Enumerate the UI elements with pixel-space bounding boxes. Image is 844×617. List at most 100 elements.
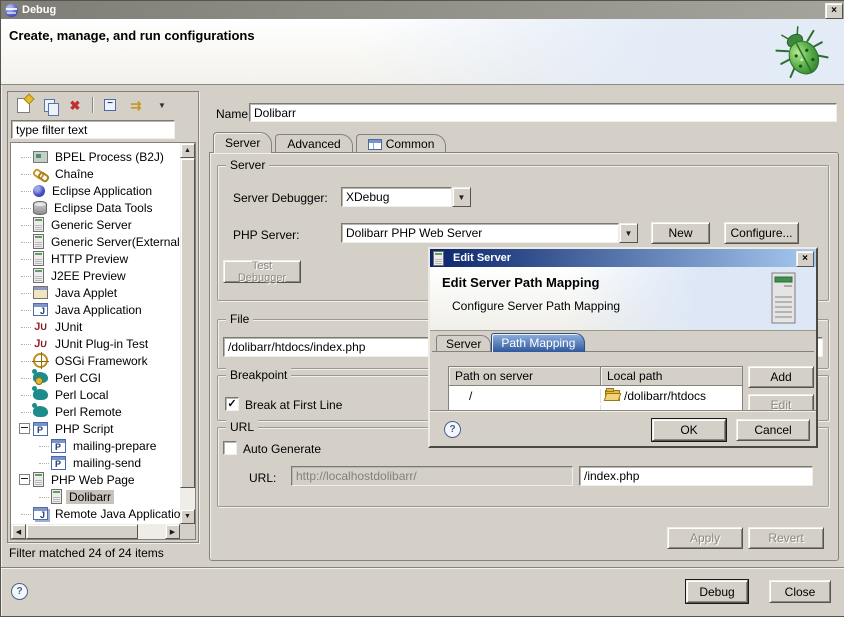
filter-menu-dropdown-icon[interactable]: ▼ <box>153 97 171 114</box>
path-mapping-panel: Path on server Local path //dolibarr/htd… <box>432 351 814 415</box>
tree-item-perl-local[interactable]: Perl Local <box>11 386 180 403</box>
tree-item-perl-remote[interactable]: Perl Remote <box>11 403 180 420</box>
mapping-table-rows: //dolibarr/htdocs <box>449 386 742 405</box>
dialog-tabs: Server Path Mapping <box>436 333 585 352</box>
chain-icon <box>33 168 48 180</box>
dialog-subtitle: Configure Server Path Mapping <box>452 299 620 313</box>
scroll-right-button[interactable]: ▶ <box>165 524 180 539</box>
dialog-tab-path-mapping[interactable]: Path Mapping <box>491 333 585 352</box>
scroll-left-button[interactable]: ◀ <box>11 524 26 539</box>
collapse-all-button[interactable]: − <box>101 97 119 114</box>
horizontal-scroll-thumb[interactable] <box>26 524 138 539</box>
tree-item-generic-server[interactable]: Generic Server <box>11 216 180 233</box>
header-banner: Create, manage, and run configurations <box>1 19 844 85</box>
tree-item-label: OSGi Framework <box>52 354 151 368</box>
tree-item-label: PHP Web Page <box>48 473 138 487</box>
mapping-row[interactable]: //dolibarr/htdocs <box>449 386 742 405</box>
tree-item-cha-ne[interactable]: Chaîne <box>11 165 180 182</box>
tab-advanced[interactable]: Advanced <box>275 134 352 153</box>
camel-icon <box>33 389 48 400</box>
server-icon <box>33 217 44 232</box>
tree-item-http-preview[interactable]: HTTP Preview <box>11 250 180 267</box>
dialog-close-button[interactable]: × <box>796 251 814 267</box>
debug-configurations-window: Debug × Create, manage, and run configur… <box>0 0 844 617</box>
dialog-banner: Edit Server Path Mapping Configure Serve… <box>430 267 816 331</box>
vertical-scroll-thumb[interactable] <box>180 158 195 488</box>
configurations-sidebar: ✖ − ⇉ ▼ BPEL Process (B2J)ChaîneEclipse … <box>7 91 199 543</box>
tree-item-label: Remote Java Application <box>52 507 180 521</box>
tree-item-label: mailing-send <box>70 456 144 470</box>
eclipse-logo-icon <box>5 4 18 17</box>
tree-item-java-application[interactable]: Java Application <box>11 301 180 318</box>
tree-item-bpel-process-b2j[interactable]: BPEL Process (B2J) <box>11 148 180 165</box>
target-icon <box>33 353 48 368</box>
filter-button[interactable]: ⇉ <box>127 97 145 114</box>
tab-server-label: Server <box>225 136 260 150</box>
dialog-tab-server[interactable]: Server <box>436 335 491 352</box>
ok-button[interactable]: OK <box>652 419 726 441</box>
tree-item-junit-plug-in-test[interactable]: JUnit Plug-in Test <box>11 335 180 352</box>
scroll-down-button[interactable]: ▼ <box>180 509 195 524</box>
tree-item-eclipse-data-tools[interactable]: Eclipse Data Tools <box>11 199 180 216</box>
add-mapping-button[interactable]: Add <box>748 366 814 388</box>
camel-icon <box>33 406 48 417</box>
tree-item-j2ee-preview[interactable]: J2EE Preview <box>11 267 180 284</box>
scroll-up-button[interactable]: ▲ <box>180 143 195 158</box>
page-title: Create, manage, and run configurations <box>9 28 255 43</box>
server-icon <box>33 234 44 249</box>
dialog-tab-path-mapping-label: Path Mapping <box>501 336 575 350</box>
applet-icon <box>33 286 48 299</box>
window-close-button[interactable]: × <box>825 3 843 19</box>
tree-item-osgi-framework[interactable]: OSGi Framework <box>11 352 180 369</box>
close-button[interactable]: Close <box>769 580 831 603</box>
server-tower-icon <box>768 272 798 326</box>
configuration-tree: BPEL Process (B2J)ChaîneEclipse Applicat… <box>10 142 196 540</box>
debug-bug-icon <box>771 23 833 85</box>
junitplug-icon <box>33 338 49 350</box>
tree-horizontal-scrollbar[interactable]: ◀ ▶ <box>11 524 180 539</box>
delete-configuration-button[interactable]: ✖ <box>66 97 84 114</box>
tab-common[interactable]: Common <box>356 134 447 153</box>
sidebar-toolbar: ✖ − ⇉ ▼ <box>8 92 198 118</box>
tree-item-dolibarr[interactable]: Dolibarr <box>11 488 180 505</box>
tree-item-java-applet[interactable]: Java Applet <box>11 284 180 301</box>
tree-item-label: Perl Remote <box>52 405 125 419</box>
duplicate-configuration-button[interactable] <box>40 97 58 114</box>
column-header-local-path[interactable]: Local path <box>601 367 742 386</box>
tree-item-remote-java-application[interactable]: Remote Java Application <box>11 505 180 522</box>
tree-item-php-script[interactable]: PHP Script <box>11 420 180 437</box>
tree-item-junit[interactable]: JUnit <box>11 318 180 335</box>
tree-item-label: JUnit <box>52 320 85 334</box>
local-path-cell: /dolibarr/htdocs <box>601 389 742 403</box>
debug-button[interactable]: Debug <box>686 580 748 603</box>
help-icon[interactable]: ? <box>11 583 28 600</box>
tree-item-label: Java Application <box>52 303 145 317</box>
dialog-titlebar[interactable]: Edit Server × <box>430 249 816 267</box>
window-title: Debug <box>22 4 56 16</box>
tree-item-mailing-prepare[interactable]: mailing-prepare <box>11 437 180 454</box>
window-titlebar[interactable]: Debug × <box>1 1 844 19</box>
filter-input[interactable] <box>11 120 175 139</box>
name-label: Name: <box>216 107 251 121</box>
tab-server[interactable]: Server <box>213 132 272 153</box>
footer-divider <box>1 567 844 569</box>
name-input[interactable] <box>249 103 837 122</box>
cancel-button[interactable]: Cancel <box>736 419 810 441</box>
tab-advanced-label: Advanced <box>287 137 340 151</box>
server-path-cell: / <box>449 389 601 403</box>
collapse-expander-icon[interactable] <box>19 423 30 434</box>
tree-item-label: PHP Script <box>52 422 116 436</box>
column-header-path-on-server[interactable]: Path on server <box>449 367 601 386</box>
tree-item-eclipse-application[interactable]: Eclipse Application <box>11 182 180 199</box>
collapse-expander-icon[interactable] <box>19 474 30 485</box>
tree-item-php-web-page[interactable]: PHP Web Page <box>11 471 180 488</box>
tree-item-label: mailing-prepare <box>70 439 159 453</box>
tree-item-generic-server-external-la[interactable]: Generic Server(External La <box>11 233 180 250</box>
dialog-help-icon[interactable]: ? <box>444 421 461 438</box>
tree-item-mailing-send[interactable]: mailing-send <box>11 454 180 471</box>
tree-item-label: J2EE Preview <box>48 269 129 283</box>
server-icon <box>33 268 44 283</box>
tree-item-perl-cgi[interactable]: Perl CGI <box>11 369 180 386</box>
new-configuration-button[interactable] <box>14 97 32 114</box>
tree-vertical-scrollbar[interactable]: ▲ ▼ <box>180 143 195 524</box>
